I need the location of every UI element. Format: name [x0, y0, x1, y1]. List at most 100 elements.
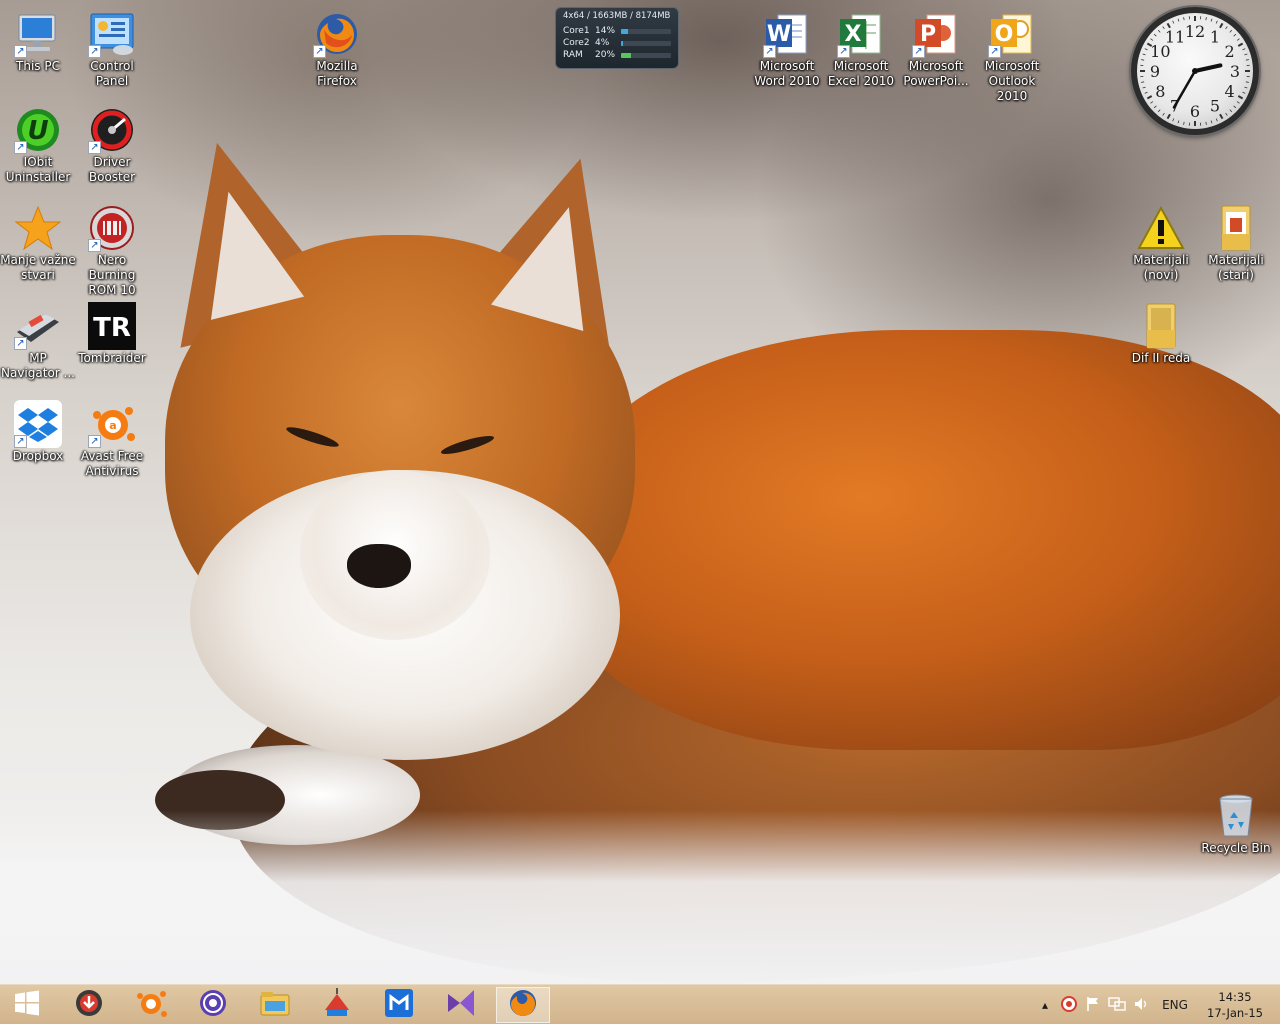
clock-number: 9 — [1150, 62, 1160, 81]
desktop-icon-recycle-bin[interactable]: Recycle Bin — [1198, 792, 1274, 856]
desktop-icon-mp-navigator[interactable]: ↗ MP Navigator ... — [0, 302, 76, 381]
language-label: ENG — [1162, 998, 1188, 1012]
wallpaper-fox-nose — [347, 544, 411, 588]
desktop-icon-mozilla-firefox[interactable]: ↗ Mozilla Firefox — [299, 10, 375, 89]
desktop-icon-dif-ii-reda[interactable]: Dif II reda — [1123, 302, 1199, 366]
desktop-icon-materijali-novi[interactable]: Materijali (novi) — [1123, 204, 1199, 283]
desktop-icon-label: This PC — [16, 59, 60, 73]
tray-volume[interactable] — [1130, 985, 1152, 1024]
clock-gadget[interactable]: 121234567891011 — [1131, 7, 1259, 135]
clock-tick — [1210, 18, 1213, 22]
folder-icon — [1137, 302, 1185, 350]
taskbar-button-maxthon[interactable] — [372, 987, 426, 1023]
clock-tick — [1183, 121, 1185, 125]
input-language-indicator[interactable]: ENG — [1156, 985, 1194, 1024]
clock-number: 1 — [1210, 27, 1220, 46]
desktop-icon-label: Microsoft Word 2010 — [754, 59, 820, 88]
clock-hour-hand — [1193, 63, 1223, 73]
tray-action-center[interactable] — [1082, 985, 1104, 1024]
desktop-icon-label: MP Navigator ... — [1, 351, 75, 380]
clock-tick — [1177, 18, 1180, 22]
clock-tick — [1157, 109, 1161, 113]
taskbar-button-firefox[interactable] — [496, 987, 550, 1023]
meter-name: RAM — [563, 50, 583, 60]
clock-tick — [1244, 86, 1248, 89]
desktop-icon-nero-burning-rom[interactable]: ↗ Nero Burning ROM 10 — [74, 204, 150, 298]
clock-tick — [1225, 26, 1228, 30]
desktop-icon-label: Control Panel — [90, 59, 134, 88]
cpu-meter-row-core2: Core2 4% — [563, 37, 671, 49]
clock-tick — [1236, 38, 1240, 41]
meter-bar — [621, 52, 671, 58]
cpu-meter-gadget[interactable]: 4x64 / 1663MB / 8174MB Core1 14% Core2 4… — [555, 7, 679, 69]
avast-tray-icon — [1061, 995, 1077, 1015]
excel-icon: X ↗ — [837, 10, 885, 58]
outlook-icon: O ↗ — [988, 10, 1036, 58]
avast-icon: a ↗ — [88, 400, 136, 448]
desktop-wallpaper — [0, 0, 1280, 984]
clock-number: 8 — [1155, 82, 1165, 101]
control-panel-icon: ↗ — [88, 10, 136, 58]
desktop-icon-label: Manje važne stvari — [0, 253, 76, 282]
meter-name: Core2 — [563, 38, 590, 48]
desktop-icon-label: IObit Uninstaller — [5, 155, 71, 184]
clock-tick — [1146, 95, 1153, 100]
clock-tick — [1210, 120, 1213, 124]
desktop-icon-label: Materijali (stari) — [1208, 253, 1264, 282]
start-button[interactable] — [0, 987, 54, 1023]
desktop-icon-manje-vazne-stvari[interactable]: Manje važne stvari — [0, 204, 76, 283]
iobit-uninstaller-icon: U ↗ — [14, 106, 62, 154]
svg-text:P: P — [920, 22, 936, 47]
tray-avast[interactable] — [1058, 985, 1080, 1024]
desktop-icon-avast[interactable]: a ↗ Avast Free Antivirus — [74, 400, 150, 479]
svg-text:TR: TR — [93, 313, 131, 343]
scanner-icon: ↗ — [14, 302, 62, 350]
desktop-icon-driver-booster[interactable]: ↗ Driver Booster — [74, 106, 150, 185]
driver-booster-icon: ↗ — [88, 106, 136, 154]
desktop-icon-materijali-stari[interactable]: Materijali (stari) — [1198, 204, 1274, 283]
taskbar-button-downloader[interactable] — [62, 987, 116, 1023]
tray-network[interactable] — [1106, 985, 1128, 1024]
clock-tick — [1157, 29, 1161, 33]
clock-tick — [1229, 29, 1233, 33]
clock-tick — [1177, 120, 1180, 124]
meter-name: Core1 — [563, 26, 590, 36]
tray-date: 17-Jan-15 — [1207, 1006, 1263, 1020]
desktop-icon-iobit-uninstaller[interactable]: U ↗ IObit Uninstaller — [0, 106, 76, 185]
desktop-icon-dropbox[interactable]: ↗ Dropbox — [0, 400, 76, 464]
tray-clock[interactable]: 14:35 17-Jan-15 — [1196, 989, 1274, 1021]
desktop-icon-ms-powerpoint[interactable]: P ↗ Microsoft PowerPoi... — [898, 10, 974, 89]
cpu-meter-row-core1: Core1 14% — [563, 25, 671, 37]
desktop-icon-this-pc[interactable]: ↗ This PC — [0, 10, 76, 74]
show-hidden-icons-button[interactable]: ▴ — [1036, 985, 1054, 1024]
clock-tick — [1242, 48, 1246, 51]
windows-start-icon — [14, 990, 40, 1020]
taskbar-button-avast[interactable] — [124, 987, 178, 1023]
taskbar-button-ccleaner[interactable] — [310, 987, 364, 1023]
clock-tick — [1229, 109, 1233, 113]
warning-icon — [1137, 204, 1185, 252]
clock-tick — [1142, 86, 1146, 89]
desktop-icon-label: Driver Booster — [88, 155, 136, 184]
desktop-icon-control-panel[interactable]: ↗ Control Panel — [74, 10, 150, 89]
volume-icon — [1133, 996, 1149, 1015]
desktop-icon-ms-excel[interactable]: X ↗ Microsoft Excel 2010 — [823, 10, 899, 89]
taskbar-button-visual-studio[interactable] — [434, 987, 488, 1023]
clock-tick — [1233, 105, 1237, 109]
clock-tick — [1162, 112, 1165, 116]
desktop-icon-label: Recycle Bin — [1201, 841, 1271, 855]
clock-tick — [1205, 17, 1207, 21]
desktop-icon-ms-word[interactable]: W ↗ Microsoft Word 2010 — [749, 10, 825, 89]
desktop-icon-tombraider[interactable]: TR Tombraider — [74, 302, 150, 366]
taskbar-button-file-explorer[interactable] — [248, 987, 302, 1023]
svg-text:O: O — [995, 22, 1014, 47]
clock-number: 4 — [1225, 82, 1235, 101]
meter-value: 14% — [595, 26, 616, 36]
wallpaper-fox-torso — [560, 330, 1280, 750]
desktop-icon-ms-outlook[interactable]: O ↗ Microsoft Outlook 2010 — [974, 10, 1050, 104]
taskbar-button-bittorrent[interactable] — [186, 987, 240, 1023]
word-icon: W ↗ — [763, 10, 811, 58]
desktop-icon-label: Microsoft PowerPoi... — [903, 59, 969, 88]
meter-value: 4% — [595, 38, 610, 48]
clock-tick — [1219, 22, 1224, 29]
